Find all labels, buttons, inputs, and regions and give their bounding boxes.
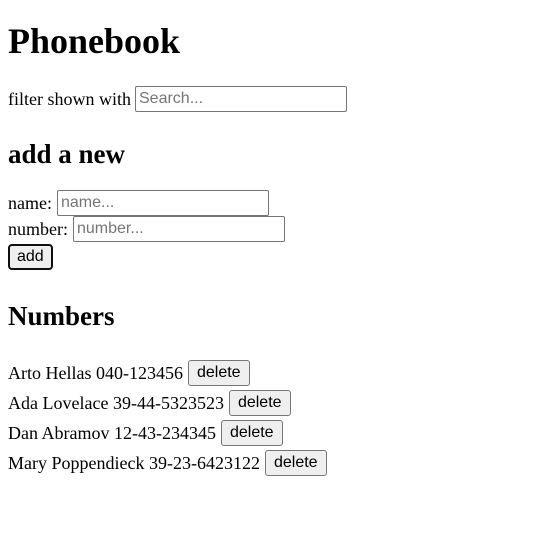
- number-row: number:: [8, 216, 525, 242]
- entry-text: Mary Poppendieck 39-23-6423122: [8, 453, 260, 474]
- entry-name: Ada Lovelace: [8, 392, 109, 413]
- entry-name: Dan Abramov: [8, 422, 110, 443]
- name-row: name:: [8, 190, 525, 216]
- list-item: Mary Poppendieck 39-23-6423122 delete: [8, 448, 525, 478]
- delete-button[interactable]: delete: [187, 360, 250, 386]
- delete-button[interactable]: delete: [220, 420, 283, 446]
- entry-number: 040-123456: [95, 362, 183, 383]
- add-new-heading: add a new: [8, 139, 126, 169]
- delete-button[interactable]: delete: [264, 450, 327, 476]
- page-title: Phonebook: [8, 21, 181, 61]
- name-label: name:: [8, 192, 52, 213]
- entry-number: 39-23-6423122: [148, 452, 260, 473]
- search-input[interactable]: [135, 86, 347, 112]
- entry-number: 39-44-5323523: [112, 392, 224, 413]
- entry-text: Dan Abramov 12-43-234345: [8, 423, 216, 444]
- entry-number: 12-43-234345: [113, 422, 216, 443]
- list-item: Dan Abramov 12-43-234345 delete: [8, 418, 525, 448]
- number-field[interactable]: [73, 216, 285, 242]
- numbers-list: Arto Hellas 040-123456 delete Ada Lovela…: [8, 358, 525, 478]
- phonebook-app: Phonebook filter shown with add a new na…: [0, 20, 533, 478]
- entry-text: Arto Hellas 040-123456: [8, 363, 183, 384]
- filter-label: filter shown with: [8, 88, 131, 109]
- entry-text: Ada Lovelace 39-44-5323523: [8, 393, 224, 414]
- entry-name: Arto Hellas: [8, 362, 92, 383]
- delete-button[interactable]: delete: [228, 390, 291, 416]
- list-item: Arto Hellas 040-123456 delete: [8, 358, 525, 388]
- add-button[interactable]: add: [8, 244, 53, 270]
- list-item: Ada Lovelace 39-44-5323523 delete: [8, 388, 525, 418]
- numbers-heading: Numbers: [8, 301, 115, 331]
- add-person-form: name: number: add: [8, 190, 525, 270]
- name-field[interactable]: [56, 190, 269, 216]
- entry-name: Mary Poppendieck: [8, 452, 145, 473]
- add-row: add: [8, 244, 525, 270]
- number-label: number:: [8, 218, 68, 239]
- filter-row: filter shown with: [8, 86, 525, 112]
